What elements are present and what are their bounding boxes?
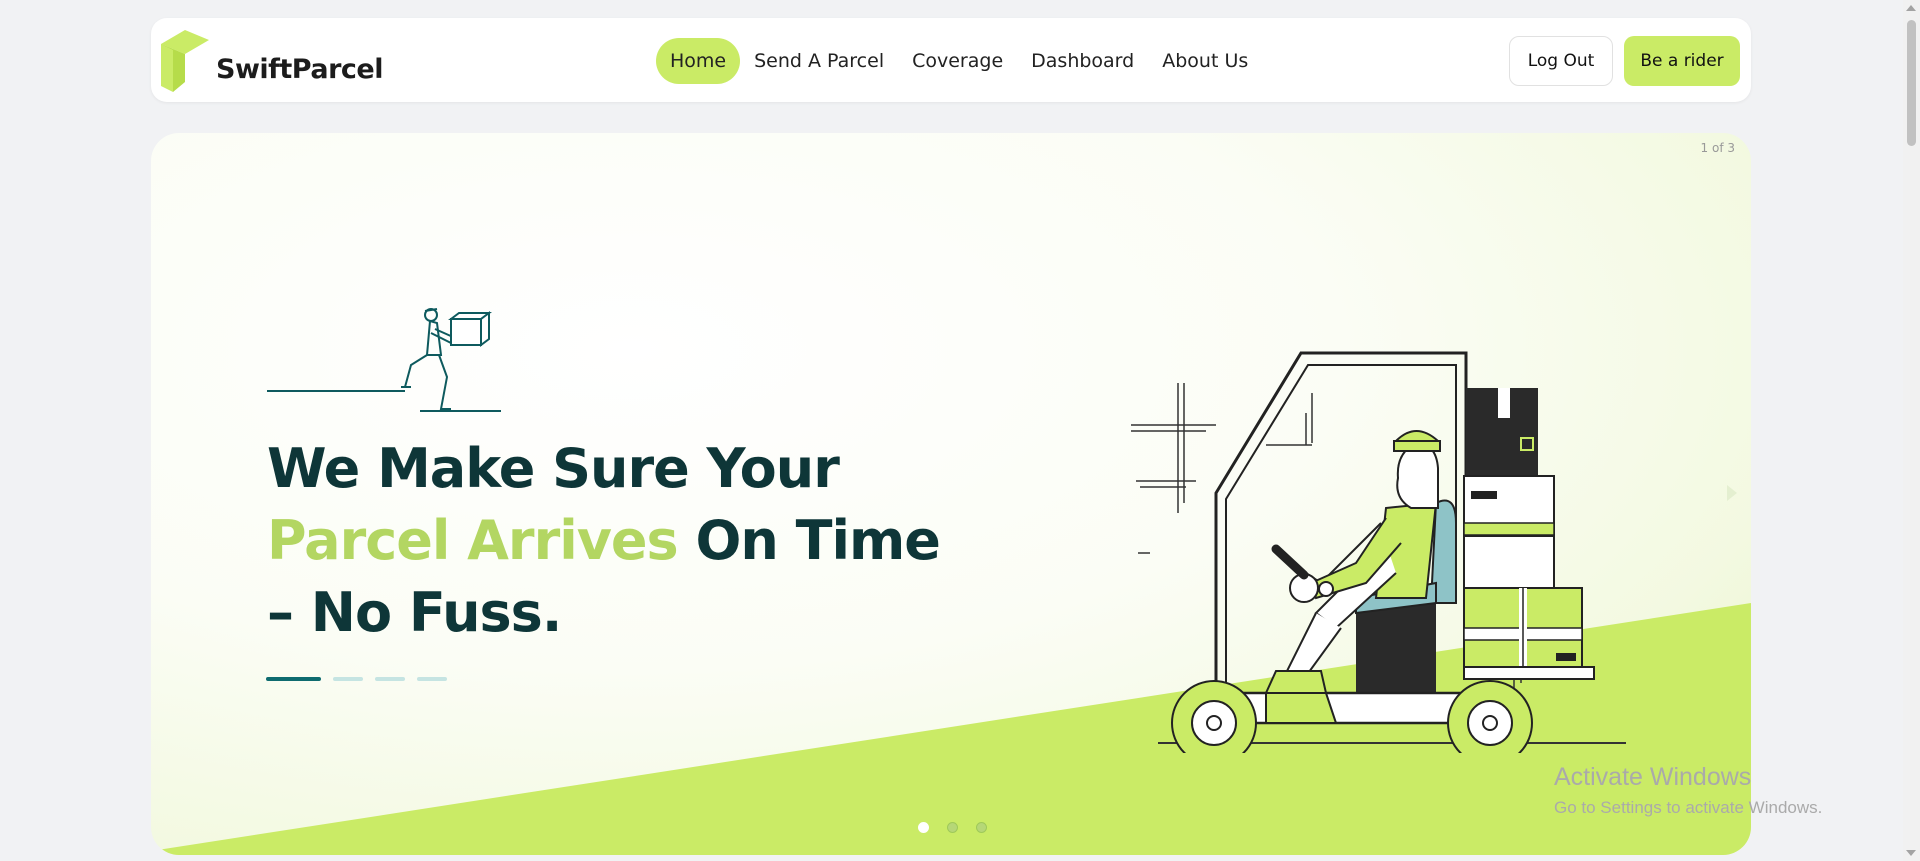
carousel-dot-1[interactable] (918, 822, 929, 833)
headline-line-3: – No Fuss. (267, 581, 562, 644)
progress-dash (417, 677, 447, 681)
nav-coverage[interactable]: Coverage (898, 38, 1017, 84)
progress-dash (333, 677, 363, 681)
headline-line-1: We Make Sure Your (267, 437, 840, 500)
nav-about-us[interactable]: About Us (1148, 38, 1262, 84)
headline-progress-dashes (266, 677, 447, 681)
nav-dashboard[interactable]: Dashboard (1017, 38, 1148, 84)
scroll-up-icon[interactable] (1906, 5, 1916, 11)
activation-subtitle: Go to Settings to activate Windows. (1554, 798, 1823, 817)
progress-dash-active (266, 677, 321, 681)
headline-line-2: Parcel Arrives On Time (267, 505, 947, 577)
hero-headline: We Make Sure Your Parcel Arrives On Time… (267, 433, 947, 649)
brand-logo[interactable]: SwiftParcel (161, 30, 383, 92)
delivery-cart-illustration (1131, 351, 1626, 753)
brand-name: SwiftParcel (216, 54, 383, 85)
courier-running-illustration (267, 308, 501, 412)
windows-activation-watermark: Activate Windows Go to Settings to activ… (1554, 763, 1822, 818)
progress-dash (375, 677, 405, 681)
logout-button[interactable]: Log Out (1509, 36, 1613, 86)
activation-title: Activate Windows (1554, 763, 1752, 791)
headline-rest: On Time (677, 509, 940, 572)
page-scrollbar[interactable] (1903, 0, 1920, 861)
headline-accent: Parcel Arrives (267, 509, 679, 572)
carousel-next-icon[interactable] (1725, 483, 1739, 503)
nav-home[interactable]: Home (656, 38, 741, 84)
carousel-dot-2[interactable] (947, 822, 958, 833)
navbar: SwiftParcel Home Send A Parcel Coverage … (151, 18, 1751, 102)
nav-send-a-parcel[interactable]: Send A Parcel (740, 38, 898, 84)
cube-logo-icon (161, 30, 209, 92)
hero-carousel: 1 of 3 We Make Sure Your Parcel Arrives … (151, 133, 1751, 855)
main-nav: Home Send A Parcel Coverage Dashboard Ab… (656, 38, 1262, 84)
be-a-rider-button[interactable]: Be a rider (1624, 36, 1740, 86)
scroll-thumb[interactable] (1907, 20, 1916, 146)
slide-counter: 1 of 3 (1700, 141, 1735, 155)
carousel-dot-3[interactable] (976, 822, 987, 833)
scroll-down-icon[interactable] (1906, 850, 1916, 856)
carousel-dots (918, 822, 987, 833)
